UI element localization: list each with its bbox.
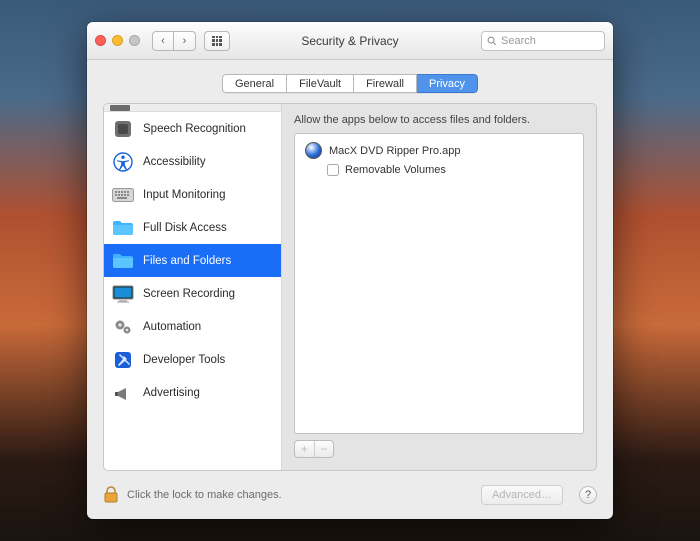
preferences-window: ‹ › Security & Privacy Search General Fi…: [87, 22, 613, 519]
window-controls: [95, 35, 140, 46]
zoom-button[interactable]: [129, 35, 140, 46]
sidebar-item-label: Full Disk Access: [143, 222, 227, 234]
sidebar-item-input-monitoring[interactable]: Input Monitoring: [104, 178, 281, 211]
chevron-right-icon: ›: [183, 35, 187, 47]
permission-checkbox[interactable]: [327, 164, 339, 176]
tab-privacy[interactable]: Privacy: [417, 74, 478, 93]
minimize-button[interactable]: [112, 35, 123, 46]
sidebar-item-developer-tools[interactable]: Developer Tools: [104, 343, 281, 376]
sidebar-clipped-item[interactable]: [104, 104, 281, 112]
sidebar-item-label: Input Monitoring: [143, 189, 225, 201]
advanced-button[interactable]: Advanced…: [481, 485, 563, 505]
search-input[interactable]: Search: [481, 31, 605, 51]
sidebar-item-speech-recognition[interactable]: Speech Recognition: [104, 112, 281, 145]
folder-icon: [112, 250, 134, 272]
sidebar-item-label: Advertising: [143, 387, 200, 399]
main-pane: Allow the apps below to access files and…: [282, 104, 596, 470]
tab-bar: General FileVault Firewall Privacy: [87, 60, 613, 103]
lock-icon: [103, 486, 119, 504]
tab-filevault[interactable]: FileVault: [287, 74, 354, 93]
grid-icon: [212, 36, 222, 46]
nav-back-forward: ‹ ›: [152, 31, 196, 51]
hammer-icon: [112, 349, 134, 371]
help-icon: ?: [585, 489, 591, 501]
sidebar-item-label: Speech Recognition: [143, 123, 246, 135]
back-button[interactable]: ‹: [152, 31, 174, 51]
keyboard-icon: [112, 184, 134, 206]
add-remove-control: + −: [294, 440, 334, 458]
add-button[interactable]: +: [295, 441, 315, 457]
sidebar-item-label: Screen Recording: [143, 288, 235, 300]
app-row[interactable]: MacX DVD Ripper Pro.app: [305, 142, 573, 159]
screen-icon: [112, 283, 134, 305]
titlebar: ‹ › Security & Privacy Search: [87, 22, 613, 60]
privacy-sidebar: Speech Recognition Accessibility Input M…: [104, 104, 282, 470]
tab-general[interactable]: General: [222, 74, 287, 93]
sidebar-item-full-disk-access[interactable]: Full Disk Access: [104, 211, 281, 244]
sidebar-item-screen-recording[interactable]: Screen Recording: [104, 277, 281, 310]
sidebar-item-label: Accessibility: [143, 156, 206, 168]
sidebar-item-files-and-folders[interactable]: Files and Folders: [104, 244, 281, 277]
footer: Click the lock to make changes. Advanced…: [87, 471, 613, 519]
close-button[interactable]: [95, 35, 106, 46]
tab-firewall[interactable]: Firewall: [354, 74, 417, 93]
app-icon: [305, 142, 322, 159]
folder-icon: [112, 217, 134, 239]
accessibility-icon: [112, 151, 134, 173]
gears-icon: [112, 316, 134, 338]
search-icon: [487, 36, 497, 46]
lock-button[interactable]: [103, 486, 119, 504]
remove-button[interactable]: −: [315, 441, 334, 457]
sidebar-item-label: Files and Folders: [143, 255, 231, 267]
permission-row[interactable]: Removable Volumes: [327, 164, 573, 176]
megaphone-icon: [112, 382, 134, 404]
permission-label: Removable Volumes: [345, 164, 446, 176]
forward-button[interactable]: ›: [174, 31, 196, 51]
sidebar-item-accessibility[interactable]: Accessibility: [104, 145, 281, 178]
search-placeholder: Search: [501, 35, 536, 47]
sidebar-item-automation[interactable]: Automation: [104, 310, 281, 343]
main-hint: Allow the apps below to access files and…: [294, 114, 584, 126]
speech-icon: [112, 118, 134, 140]
show-all-button[interactable]: [204, 31, 230, 51]
app-permission-list: MacX DVD Ripper Pro.app Removable Volume…: [294, 133, 584, 434]
app-name: MacX DVD Ripper Pro.app: [329, 145, 460, 157]
sidebar-item-advertising[interactable]: Advertising: [104, 376, 281, 409]
lock-hint: Click the lock to make changes.: [127, 489, 282, 501]
help-button[interactable]: ?: [579, 486, 597, 504]
sidebar-item-label: Automation: [143, 321, 201, 333]
chevron-left-icon: ‹: [161, 35, 165, 47]
sidebar-item-label: Developer Tools: [143, 354, 225, 366]
content-pane: Speech Recognition Accessibility Input M…: [103, 103, 597, 471]
